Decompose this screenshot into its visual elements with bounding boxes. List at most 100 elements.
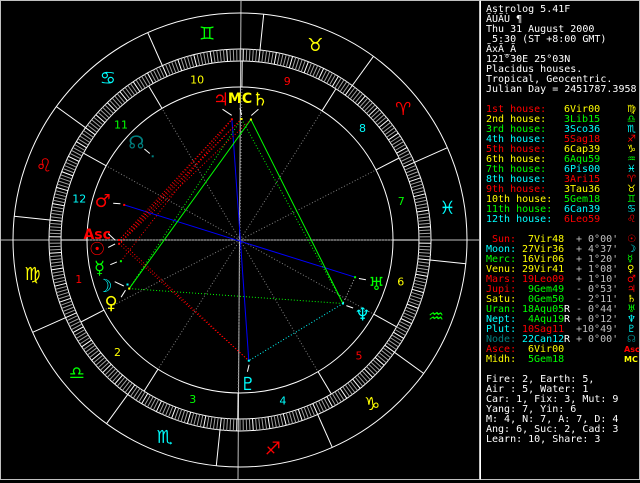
degree-tick bbox=[78, 139, 88, 145]
degree-tick bbox=[277, 53, 280, 65]
planet-connector-line bbox=[115, 282, 124, 286]
degree-tick bbox=[379, 120, 388, 128]
degree-tick bbox=[98, 112, 107, 120]
degree-tick bbox=[295, 410, 299, 422]
degree-tick bbox=[94, 117, 103, 125]
degree-tick bbox=[88, 125, 98, 132]
degree-tick bbox=[367, 367, 376, 376]
sign-boundary-line bbox=[216, 430, 220, 466]
degree-tick bbox=[416, 207, 428, 209]
degree-tick bbox=[413, 286, 425, 289]
house-number: 5 bbox=[356, 350, 363, 363]
planet-connector-line bbox=[110, 262, 117, 265]
degree-tick bbox=[84, 130, 94, 137]
degree-tick bbox=[200, 53, 203, 65]
degree-tick bbox=[246, 419, 247, 431]
planet-marker bbox=[152, 155, 154, 157]
house-number: 9 bbox=[284, 75, 291, 88]
degree-tick bbox=[210, 51, 212, 63]
house-number: 8 bbox=[359, 122, 366, 135]
degree-tick bbox=[191, 413, 194, 425]
node-icon: ☊ bbox=[128, 132, 144, 153]
degree-tick bbox=[50, 217, 62, 219]
degree-tick bbox=[197, 414, 200, 426]
degree-tick bbox=[59, 178, 70, 182]
degree-tick bbox=[409, 178, 420, 182]
degree-tick bbox=[49, 249, 61, 250]
degree-tick bbox=[220, 50, 221, 62]
degree-tick bbox=[418, 256, 430, 257]
degree-tick bbox=[298, 409, 302, 420]
degree-tick bbox=[233, 49, 234, 61]
degree-tick bbox=[280, 414, 283, 426]
degree-tick bbox=[249, 49, 250, 61]
degree-tick bbox=[253, 419, 254, 431]
saturn-icon: ♄ bbox=[252, 89, 268, 110]
degree-tick bbox=[369, 364, 378, 372]
degree-tick bbox=[227, 419, 228, 431]
house-cusp-line bbox=[318, 372, 331, 394]
degree-tick bbox=[418, 217, 430, 219]
degree-tick bbox=[223, 418, 224, 430]
degree-tick bbox=[259, 418, 260, 430]
degree-tick bbox=[220, 418, 221, 430]
degree-tick bbox=[249, 419, 250, 431]
degree-tick bbox=[381, 122, 390, 129]
house-cusp-line bbox=[84, 153, 107, 166]
degree-tick bbox=[355, 377, 363, 386]
planet-connector-line bbox=[346, 306, 353, 308]
sign-boundary-line bbox=[56, 107, 85, 128]
degree-tick bbox=[375, 357, 384, 365]
planet-marker bbox=[127, 284, 129, 286]
degree-tick bbox=[181, 58, 185, 70]
degree-tick bbox=[98, 360, 107, 368]
degree-tick bbox=[90, 350, 99, 357]
degree-tick bbox=[204, 53, 206, 65]
degree-tick bbox=[110, 100, 118, 109]
degree-tick bbox=[353, 379, 361, 388]
house-cusp-dotted-line bbox=[240, 240, 318, 372]
degree-tick bbox=[387, 343, 397, 350]
planet-marker bbox=[118, 243, 120, 245]
degree-tick bbox=[213, 417, 215, 429]
degree-tick bbox=[130, 84, 137, 94]
degree-tick bbox=[54, 197, 66, 200]
degree-tick bbox=[265, 51, 267, 63]
degree-tick bbox=[295, 58, 299, 70]
libra-icon: ♎ bbox=[69, 363, 85, 384]
degree-tick bbox=[283, 55, 286, 67]
gemini-icon: ♊ bbox=[199, 24, 215, 45]
neptune-icon: ♆ bbox=[355, 305, 371, 326]
sign-boundary-line bbox=[14, 216, 50, 220]
degree-tick bbox=[112, 98, 120, 107]
house-label: 12th house: bbox=[486, 215, 552, 225]
midheaven-icon: MC bbox=[228, 91, 252, 107]
venus-icon: ♀ bbox=[105, 293, 118, 314]
house-number: 3 bbox=[189, 393, 196, 406]
pisces-icon: ♓ bbox=[439, 198, 455, 219]
degree-tick bbox=[52, 271, 64, 273]
degree-tick bbox=[56, 187, 68, 190]
planet-position: 5Gem18 bbox=[528, 355, 564, 365]
degree-tick bbox=[286, 56, 289, 68]
sign-boundary-line bbox=[260, 14, 264, 50]
degree-tick bbox=[377, 117, 386, 125]
degree-tick bbox=[136, 390, 143, 400]
planet-marker bbox=[354, 276, 356, 278]
degree-tick bbox=[51, 265, 63, 267]
degree-tick bbox=[417, 213, 429, 215]
degree-tick bbox=[207, 416, 209, 428]
degree-tick bbox=[90, 122, 99, 129]
degree-tick bbox=[100, 110, 109, 118]
planet-connector-line bbox=[121, 290, 125, 297]
degree-tick bbox=[59, 298, 70, 302]
degree-tick bbox=[414, 194, 426, 197]
degree-tick bbox=[413, 191, 425, 194]
degree-tick bbox=[51, 213, 63, 215]
degree-tick bbox=[419, 233, 431, 234]
degree-tick bbox=[388, 133, 398, 140]
degree-tick bbox=[381, 350, 390, 357]
leo-icon: ♌ bbox=[627, 215, 636, 225]
degree-tick bbox=[187, 56, 190, 68]
planet-marker bbox=[128, 288, 130, 290]
